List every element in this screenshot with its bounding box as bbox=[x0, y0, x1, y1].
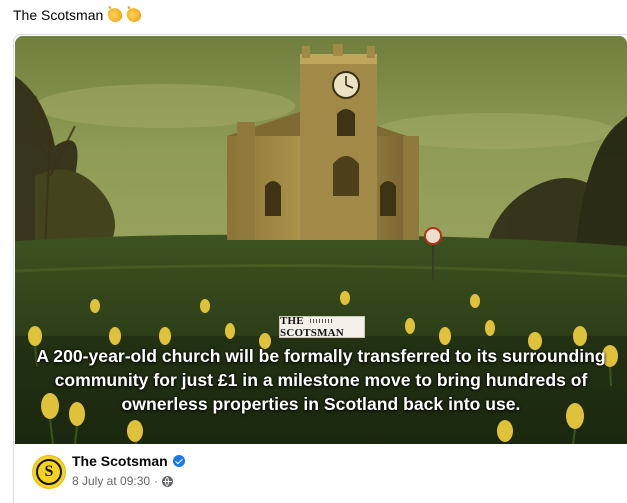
page-name-link[interactable]: The Scotsman bbox=[72, 453, 168, 469]
church-photo[interactable]: THE SCOTSMAN A 200-year-old church will … bbox=[15, 36, 627, 444]
meta-separator: · bbox=[154, 474, 159, 488]
article-headline: A 200-year-old church will be formally t… bbox=[36, 346, 606, 414]
globe-icon bbox=[162, 475, 174, 487]
verified-badge-icon bbox=[172, 455, 185, 467]
clapping-hands-icon bbox=[106, 6, 124, 24]
page-name-row: The Scotsman bbox=[72, 453, 185, 469]
clapping-hands-icon bbox=[125, 6, 143, 24]
post-caption: The Scotsman bbox=[13, 6, 143, 24]
post-meta: 8 July at 09:30 · bbox=[72, 474, 174, 488]
avatar[interactable]: S bbox=[32, 455, 66, 489]
newspaper-masthead: THE SCOTSMAN bbox=[279, 315, 365, 339]
avatar-letter: S bbox=[36, 459, 62, 485]
link-preview-card[interactable]: THE SCOTSMAN A 200-year-old church will … bbox=[13, 34, 627, 503]
post-caption-text: The Scotsman bbox=[13, 7, 104, 23]
post-author-footer: S The Scotsman 8 July at 09:30 · bbox=[15, 444, 627, 503]
post-timestamp[interactable]: 8 July at 09:30 bbox=[72, 474, 150, 488]
